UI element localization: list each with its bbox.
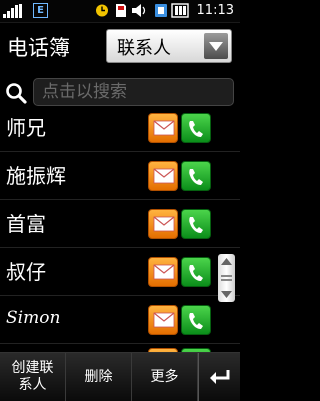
phone-icon	[189, 169, 203, 185]
list-item[interactable]: 首富	[0, 200, 240, 248]
create-contact-button[interactable]: 创建联系人	[0, 353, 66, 401]
phone-icon	[189, 265, 203, 281]
signal-icon	[3, 4, 22, 18]
message-button[interactable]	[148, 161, 178, 191]
call-button[interactable]	[181, 113, 211, 143]
bottom-toolbar: 创建联系人 删除 更多	[0, 352, 240, 401]
call-button[interactable]	[181, 161, 211, 191]
arrow-up-icon	[221, 258, 232, 265]
list-item[interactable]: 叔仔	[0, 248, 240, 296]
chevron-down-icon[interactable]	[204, 33, 228, 59]
envelope-icon	[153, 264, 175, 280]
phone-icon	[189, 217, 203, 233]
page-title: 电话簿	[7, 36, 70, 60]
contact-name: 师兄	[6, 116, 46, 140]
contact-name: 叔仔	[6, 260, 46, 284]
call-button[interactable]	[181, 305, 211, 335]
contact-name: Simon	[6, 308, 61, 328]
search-row	[0, 72, 240, 112]
list-item[interactable]: Simon	[0, 296, 240, 344]
envelope-icon	[153, 216, 175, 232]
envelope-icon	[153, 312, 175, 328]
memory-card-icon	[116, 4, 126, 17]
sim-icon	[155, 4, 167, 17]
list-item[interactable]	[0, 344, 240, 352]
volume-icon	[132, 4, 146, 17]
list-item[interactable]: 施振辉	[0, 152, 240, 200]
envelope-icon	[153, 168, 175, 184]
network-type-badge: E	[33, 3, 48, 18]
battery-icon	[171, 3, 189, 18]
more-button[interactable]: 更多	[132, 353, 198, 401]
call-button[interactable]	[181, 257, 211, 287]
list-item[interactable]: 师兄	[0, 112, 240, 152]
envelope-icon	[153, 120, 175, 136]
clock-time: 11:13	[196, 3, 234, 18]
contact-name: 首富	[6, 212, 46, 236]
dropdown-selected-value: 联系人	[117, 38, 171, 59]
search-icon	[6, 83, 27, 104]
message-button[interactable]	[148, 113, 178, 143]
header: 电话簿 联系人	[0, 23, 240, 71]
contact-name: 施振辉	[6, 164, 66, 188]
search-input[interactable]	[33, 78, 234, 106]
grip-line	[221, 275, 232, 277]
grip-line	[221, 279, 232, 281]
alarm-icon	[96, 4, 108, 17]
message-button[interactable]	[148, 209, 178, 239]
status-bar: E 11:13	[0, 0, 240, 23]
arrow-down-icon	[221, 291, 232, 298]
call-button[interactable]	[181, 209, 211, 239]
scrollbar-handle[interactable]	[218, 254, 235, 302]
phone-icon	[189, 121, 203, 137]
contact-list[interactable]: 师兄 施振辉 首富 叔仔 Simon	[0, 112, 240, 352]
contact-filter-dropdown[interactable]: 联系人	[106, 29, 232, 63]
delete-button[interactable]: 删除	[66, 353, 132, 401]
back-arrow-icon	[209, 370, 229, 384]
phone-icon	[189, 313, 203, 329]
message-button[interactable]	[148, 257, 178, 287]
message-button[interactable]	[148, 305, 178, 335]
back-button[interactable]	[198, 353, 240, 401]
